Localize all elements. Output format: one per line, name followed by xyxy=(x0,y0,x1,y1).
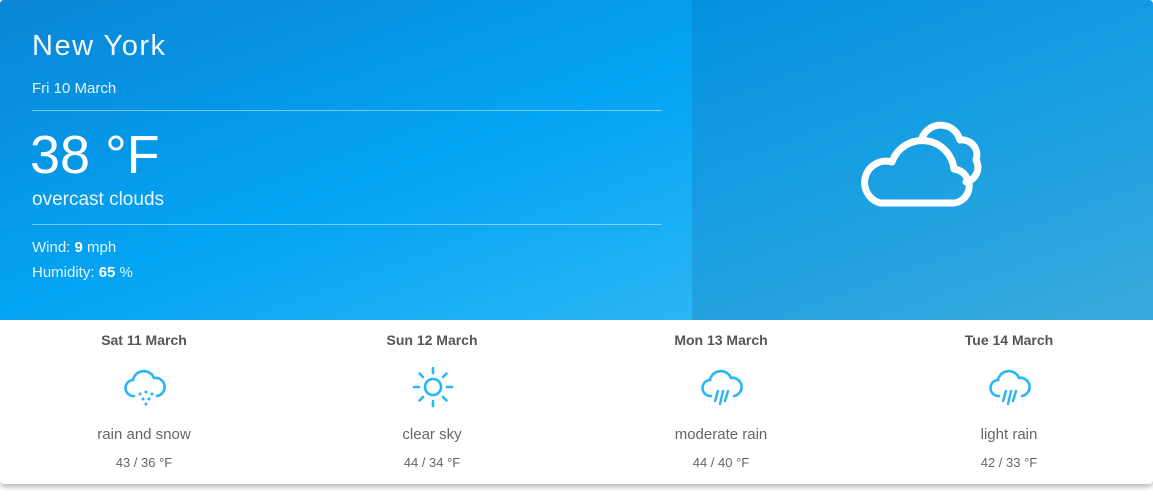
humidity-unit: % xyxy=(119,264,133,281)
divider xyxy=(32,224,662,225)
forecast-day-name: Sat 11 March xyxy=(101,332,187,348)
forecast-description: moderate rain xyxy=(674,426,768,443)
humidity-label: Humidity: xyxy=(32,264,95,281)
divider xyxy=(32,110,662,111)
weather-card: New York Fri 10 March 38 °F overcast clo… xyxy=(0,0,1153,484)
humidity-stat: Humidity: 65 % xyxy=(32,264,133,281)
forecast-day-name: Tue 14 March xyxy=(964,332,1054,348)
wind-unit: mph xyxy=(87,239,117,256)
sun-icon xyxy=(412,366,454,408)
forecast-description: light rain xyxy=(980,426,1038,443)
current-temperature: 38 °F xyxy=(30,125,160,185)
rain-icon xyxy=(989,369,1031,406)
overcast-clouds-icon xyxy=(861,121,982,207)
city-name: New York xyxy=(32,30,167,62)
current-weather-panel: New York Fri 10 March 38 °F overcast clo… xyxy=(0,0,1153,320)
rain-icon xyxy=(701,369,743,406)
rain-snow-icon xyxy=(124,369,166,406)
forecast-day: Sat 11 March rain and snow 43 / 36 °F xyxy=(0,320,288,484)
current-date: Fri 10 March xyxy=(32,80,117,97)
current-description: overcast clouds xyxy=(32,189,165,210)
forecast-day: Mon 13 March moderate rain 44 / 40 °F xyxy=(577,320,865,484)
wind-label: Wind: xyxy=(32,239,71,256)
current-weather-details: New York Fri 10 March 38 °F overcast clo… xyxy=(0,0,692,320)
forecast-temps: 42 / 33 °F xyxy=(980,455,1038,470)
wind-value: 9 xyxy=(74,239,83,256)
forecast-temps: 44 / 40 °F xyxy=(692,455,750,470)
forecast-day: Tue 14 March light rain 42 / 33 °F xyxy=(865,320,1153,484)
forecast-day: Sun 12 March clear sky 44 / 34 °F xyxy=(288,320,576,484)
forecast-day-name: Sun 12 March xyxy=(386,332,478,348)
forecast-description: rain and snow xyxy=(97,426,191,443)
forecast-row: Sat 11 March rain and snow 43 / 36 °F Su… xyxy=(0,320,1153,484)
forecast-description: clear sky xyxy=(402,426,462,443)
wind-stat: Wind: 9 mph xyxy=(32,239,116,256)
forecast-temps: 43 / 36 °F xyxy=(115,455,173,470)
forecast-day-name: Mon 13 March xyxy=(674,332,768,348)
forecast-temps: 44 / 34 °F xyxy=(403,455,461,470)
humidity-value: 65 xyxy=(98,264,116,281)
